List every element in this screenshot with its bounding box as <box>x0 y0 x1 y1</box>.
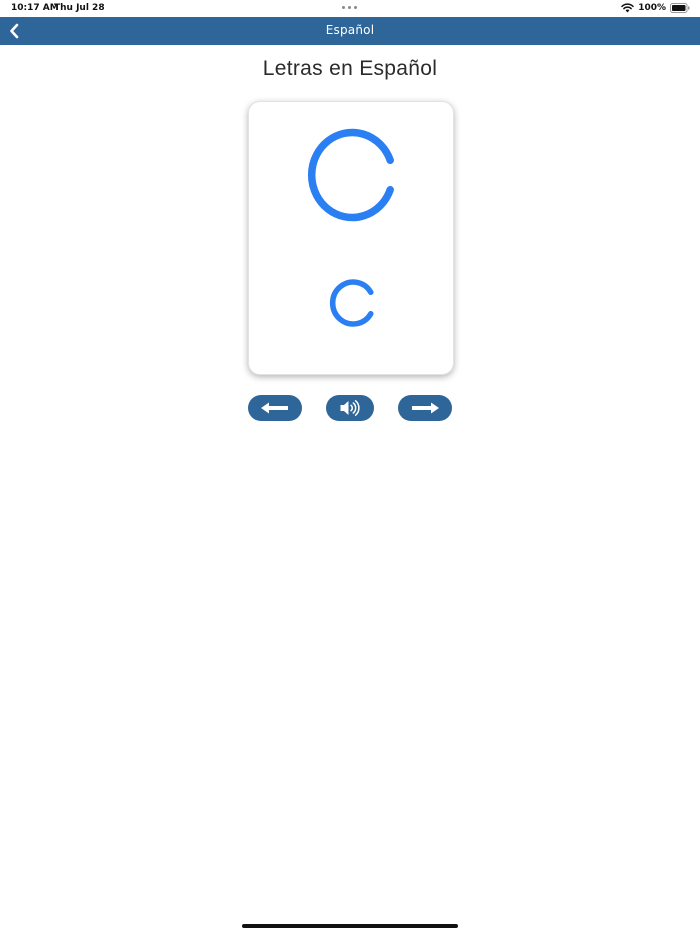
battery-percentage: 100% <box>638 2 666 13</box>
nav-title: Español <box>325 23 375 37</box>
uppercase-letter-glyph <box>307 128 394 222</box>
status-time: 10:17 AM <box>11 3 59 13</box>
wifi-icon <box>621 3 634 13</box>
status-right: 100% <box>621 2 690 13</box>
previous-button[interactable] <box>248 395 302 421</box>
lowercase-letter-glyph <box>329 279 374 327</box>
nav-bar: Español <box>0 17 700 45</box>
status-bar: 10:17 AM Thu Jul 28 100% <box>0 0 700 17</box>
arrow-right-icon <box>412 402 439 414</box>
arrow-left-icon <box>261 402 288 414</box>
status-date: Thu Jul 28 <box>54 3 105 13</box>
sound-button[interactable] <box>326 395 374 421</box>
letter-card[interactable]: C c <box>248 101 454 375</box>
lowercase-letter: c <box>249 272 453 342</box>
next-button[interactable] <box>398 395 452 421</box>
uppercase-letter: C <box>249 102 453 252</box>
page-title: Letras en Español <box>262 57 438 80</box>
multitasking-dots-icon[interactable] <box>342 6 357 9</box>
battery-icon <box>670 2 690 13</box>
home-indicator[interactable] <box>242 924 458 928</box>
speaker-icon <box>340 400 360 416</box>
